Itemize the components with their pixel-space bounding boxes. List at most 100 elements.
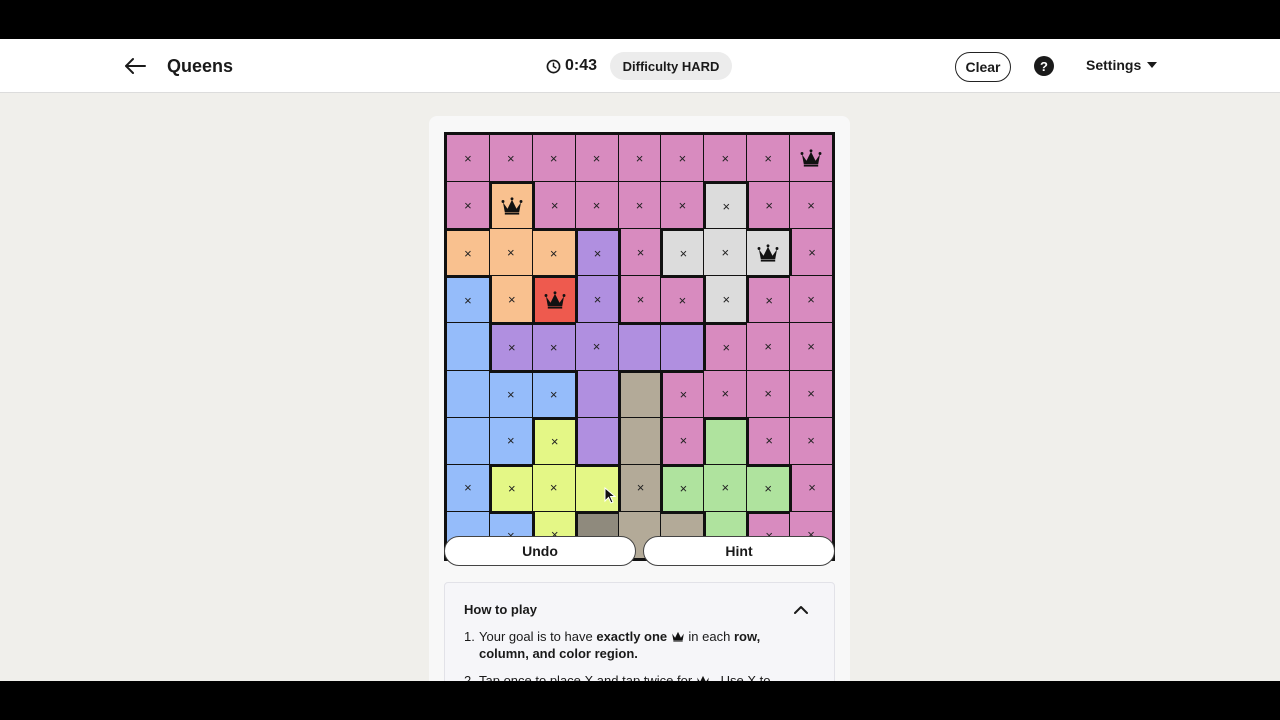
board-cell[interactable]: × bbox=[704, 370, 747, 417]
board-cell[interactable]: × bbox=[747, 417, 790, 464]
x-mark-icon: × bbox=[764, 338, 772, 354]
board-cell[interactable] bbox=[618, 370, 661, 417]
board-cell[interactable]: × bbox=[704, 464, 747, 511]
board-cell[interactable]: × bbox=[661, 229, 704, 276]
board-cell[interactable] bbox=[790, 135, 832, 182]
clear-button[interactable]: Clear bbox=[955, 52, 1011, 82]
board-cell[interactable]: × bbox=[661, 276, 704, 323]
board-cell[interactable]: × bbox=[661, 464, 704, 511]
board-cell[interactable]: × bbox=[447, 229, 489, 276]
board-cell[interactable]: × bbox=[704, 229, 747, 276]
board-cell[interactable]: × bbox=[489, 323, 532, 370]
board-cell[interactable]: × bbox=[747, 370, 790, 417]
board-cell[interactable]: × bbox=[790, 229, 832, 276]
x-mark-icon: × bbox=[679, 433, 688, 449]
board-cell[interactable]: × bbox=[575, 182, 618, 229]
x-mark-icon: × bbox=[678, 292, 687, 308]
x-mark-icon: × bbox=[507, 150, 515, 166]
board-cell[interactable] bbox=[704, 417, 747, 464]
board-cell[interactable]: × bbox=[618, 229, 661, 276]
board-cell[interactable] bbox=[575, 417, 618, 464]
board-cell[interactable]: × bbox=[532, 229, 575, 276]
board-cell[interactable]: × bbox=[447, 182, 489, 229]
board-cell[interactable] bbox=[447, 323, 489, 370]
chevron-up-icon[interactable] bbox=[794, 601, 808, 619]
board-cell[interactable]: × bbox=[661, 370, 704, 417]
x-mark-icon: × bbox=[508, 481, 516, 497]
board-cell[interactable]: × bbox=[790, 182, 832, 229]
board-cell[interactable] bbox=[618, 323, 661, 370]
board-cell[interactable]: × bbox=[575, 229, 618, 276]
board-cell[interactable]: × bbox=[489, 417, 532, 464]
board-cell[interactable]: × bbox=[661, 417, 704, 464]
board-cell[interactable]: × bbox=[489, 370, 532, 417]
board-cell[interactable]: × bbox=[489, 464, 532, 511]
board-cell[interactable]: × bbox=[447, 276, 489, 323]
board-cell[interactable] bbox=[532, 276, 575, 323]
board-cell[interactable] bbox=[447, 417, 489, 464]
rule-text-part: Tap once to place X and tap twice for bbox=[479, 673, 693, 681]
board-cell[interactable]: × bbox=[747, 323, 790, 370]
board-cell[interactable]: × bbox=[618, 182, 661, 229]
rule-number: 1. bbox=[464, 629, 475, 644]
rule-number: 2. bbox=[464, 673, 475, 681]
board-cell[interactable] bbox=[489, 182, 532, 229]
x-mark-icon: × bbox=[722, 339, 731, 355]
board-cell[interactable]: × bbox=[447, 135, 489, 182]
x-mark-icon: × bbox=[721, 244, 730, 260]
board-cell[interactable]: × bbox=[661, 182, 704, 229]
x-mark-icon: × bbox=[721, 386, 730, 402]
board-cell[interactable]: × bbox=[747, 182, 790, 229]
board-cell[interactable]: × bbox=[489, 276, 532, 323]
x-mark-icon: × bbox=[765, 292, 773, 308]
x-mark-icon: × bbox=[549, 339, 558, 355]
undo-button[interactable]: Undo bbox=[444, 536, 636, 566]
how-to-play-title: How to play bbox=[464, 602, 537, 617]
board-cell[interactable]: × bbox=[489, 229, 532, 276]
board-cell[interactable]: × bbox=[747, 464, 790, 511]
board-cell[interactable]: × bbox=[575, 276, 618, 323]
x-mark-icon: × bbox=[593, 245, 602, 261]
board-cell[interactable]: × bbox=[618, 135, 661, 182]
board-cell[interactable]: × bbox=[747, 276, 790, 323]
board-cell[interactable]: × bbox=[532, 370, 575, 417]
board-cell[interactable] bbox=[447, 370, 489, 417]
settings-dropdown[interactable]: Settings bbox=[1086, 57, 1158, 73]
board-cell[interactable]: × bbox=[575, 135, 618, 182]
board-cell[interactable]: × bbox=[447, 464, 489, 511]
difficulty-badge: Difficulty HARD bbox=[610, 52, 732, 80]
board-cell[interactable]: × bbox=[618, 464, 661, 511]
board-cell[interactable]: × bbox=[747, 135, 790, 182]
board-cell[interactable]: × bbox=[532, 323, 575, 370]
board-cell[interactable]: × bbox=[790, 276, 832, 323]
board-cell[interactable]: × bbox=[704, 276, 747, 323]
x-mark-icon: × bbox=[765, 197, 773, 213]
board-cell[interactable]: × bbox=[790, 464, 832, 511]
board-cell[interactable]: × bbox=[532, 464, 575, 511]
crown-icon bbox=[501, 197, 523, 215]
help-icon[interactable]: ? bbox=[1034, 56, 1054, 76]
board-cell[interactable]: × bbox=[704, 323, 747, 370]
board-cell[interactable]: × bbox=[489, 135, 532, 182]
board-cell[interactable] bbox=[747, 229, 790, 276]
board-cell[interactable]: × bbox=[661, 135, 704, 182]
board-cell[interactable] bbox=[575, 370, 618, 417]
board-cell[interactable]: × bbox=[790, 370, 832, 417]
crown-icon bbox=[671, 631, 684, 642]
board-cell[interactable]: × bbox=[532, 417, 575, 464]
board-cell[interactable] bbox=[661, 323, 704, 370]
board-cell[interactable]: × bbox=[532, 135, 575, 182]
back-button[interactable] bbox=[120, 53, 150, 79]
board-cell[interactable] bbox=[618, 417, 661, 464]
board-cell[interactable]: × bbox=[532, 182, 575, 229]
x-mark-icon: × bbox=[807, 433, 815, 449]
hint-button[interactable]: Hint bbox=[643, 536, 835, 566]
board-cell[interactable]: × bbox=[575, 323, 618, 370]
board-cell[interactable]: × bbox=[704, 135, 747, 182]
x-mark-icon: × bbox=[549, 480, 558, 496]
board-cell[interactable]: × bbox=[790, 417, 832, 464]
board-cell[interactable]: × bbox=[618, 276, 661, 323]
x-mark-icon: × bbox=[636, 244, 645, 260]
board-cell[interactable]: × bbox=[790, 323, 832, 370]
board-cell[interactable]: × bbox=[704, 182, 747, 229]
